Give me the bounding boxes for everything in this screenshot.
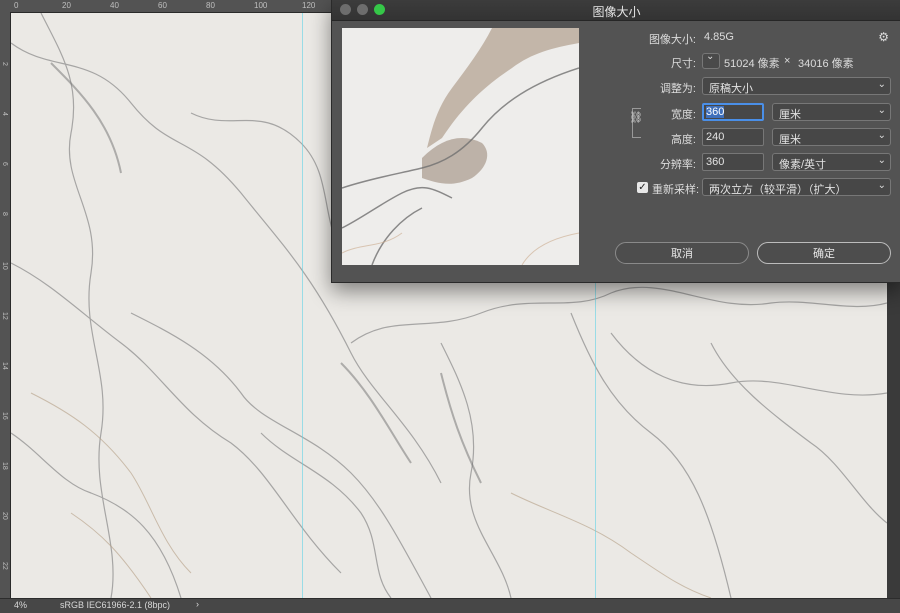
ruler-tick-label: 18 (1, 462, 8, 470)
color-profile[interactable]: sRGB IEC61966-2.1 (8bpc) (60, 600, 170, 610)
chevron-down-icon: ⌄ (706, 51, 715, 62)
preview-image (342, 28, 579, 265)
chevron-down-icon: ⌄ (877, 155, 886, 166)
ruler-tick-label: 0 (14, 1, 19, 10)
height-input[interactable]: 240 (702, 128, 764, 146)
fit-to-select[interactable]: 原稿大小 ⌄ (702, 77, 891, 95)
vertical-ruler[interactable]: 2 4 6 8 10 12 14 16 18 20 22 (0, 12, 11, 600)
ruler-tick-label: 60 (158, 1, 167, 10)
settings-gear-icon[interactable]: ⚙ (878, 30, 889, 44)
chevron-down-icon: ⌄ (877, 130, 886, 141)
height-unit-value: 厘米 (779, 134, 801, 146)
height-label: 高度: (670, 134, 696, 146)
chevron-down-icon: ⌄ (877, 180, 886, 191)
image-size-label: 图像大小: (648, 34, 696, 46)
status-bar: 4% sRGB IEC61966-2.1 (8bpc) › (0, 598, 900, 613)
ruler-tick-label: 40 (110, 1, 119, 10)
height-value: 240 (706, 131, 725, 143)
dimensions-width-value: 51024 像素 (724, 58, 780, 70)
dimensions-height-value: 34016 像素 (798, 58, 854, 70)
resample-label: 重新采样: (652, 184, 700, 196)
ruler-tick-label: 8 (1, 212, 8, 216)
ruler-tick-label: 12 (1, 312, 8, 320)
ruler-tick-label: 20 (62, 1, 71, 10)
image-size-dialog: 图像大小 ⚙ 图像大小: 4.85G 尺寸: ⌄ 51024 像素 × 3401… (331, 0, 900, 283)
height-unit-select[interactable]: 厘米 ⌄ (772, 128, 891, 146)
checkmark-icon: ✓ (638, 182, 647, 193)
dimensions-unit-dropdown[interactable]: ⌄ (702, 51, 720, 69)
ruler-tick-label: 2 (1, 62, 8, 66)
ruler-tick-label: 20 (1, 512, 8, 520)
width-value: 360 (706, 106, 725, 118)
resolution-value: 360 (706, 156, 725, 168)
ruler-tick-label: 6 (1, 162, 8, 166)
ruler-tick-label: 120 (302, 1, 316, 10)
ruler-tick-label: 4 (1, 112, 8, 116)
guide-line[interactable] (302, 13, 303, 598)
resample-method-value: 两次立方（较平滑）（扩大） (709, 184, 847, 196)
dimensions-label: 尺寸: (670, 58, 696, 70)
ruler-tick-label: 100 (254, 1, 268, 10)
resample-method-select[interactable]: 两次立方（较平滑）（扩大） ⌄ (702, 178, 891, 196)
resolution-unit-value: 像素/英寸 (779, 159, 827, 171)
width-label: 宽度: (670, 109, 696, 121)
ruler-tick-label: 10 (1, 262, 8, 270)
image-preview[interactable] (342, 28, 579, 265)
chevron-down-icon: ⌄ (877, 105, 886, 116)
width-input[interactable]: 360 (702, 103, 764, 121)
fit-to-label: 调整为: (659, 83, 696, 95)
width-unit-select[interactable]: 厘米 ⌄ (772, 103, 891, 121)
resolution-label: 分辨率: (659, 159, 696, 171)
dimensions-times: × (784, 55, 791, 67)
resolution-unit-select[interactable]: 像素/英寸 ⌄ (772, 153, 891, 171)
ok-button[interactable]: 确定 (757, 242, 891, 264)
ruler-tick-label: 80 (206, 1, 215, 10)
resolution-input[interactable]: 360 (702, 153, 764, 171)
dialog-titlebar[interactable]: 图像大小 (332, 0, 900, 21)
chevron-down-icon: ⌄ (877, 79, 886, 90)
fit-to-value: 原稿大小 (709, 83, 753, 95)
ruler-tick-label: 16 (1, 412, 8, 420)
ruler-tick-label: 14 (1, 362, 8, 370)
width-unit-value: 厘米 (779, 109, 801, 121)
cancel-button[interactable]: 取消 (615, 242, 749, 264)
image-size-value: 4.85G (704, 31, 734, 43)
status-menu-arrow-icon[interactable]: › (196, 599, 199, 609)
dialog-title: 图像大小 (592, 5, 641, 19)
zoom-level[interactable]: 4% (14, 600, 27, 610)
ruler-tick-label: 22 (1, 562, 8, 570)
resample-checkbox[interactable]: ✓ (637, 182, 648, 193)
